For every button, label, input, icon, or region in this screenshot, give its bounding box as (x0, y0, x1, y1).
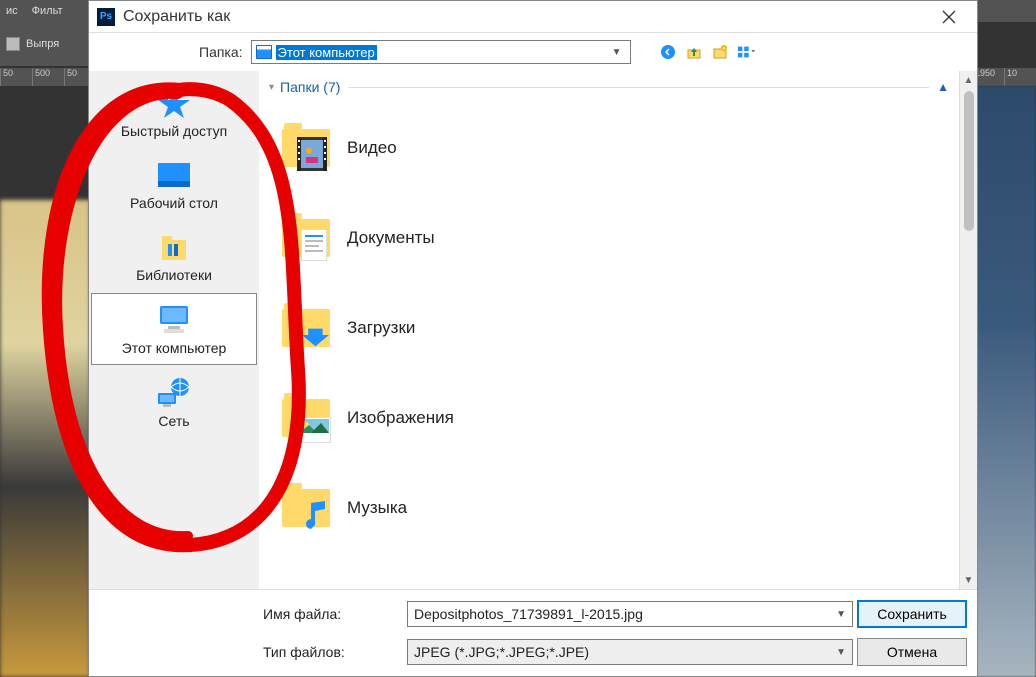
place-label: Библиотеки (136, 267, 212, 283)
place-quick-access[interactable]: Быстрый доступ (91, 77, 257, 147)
place-this-pc[interactable]: Этот компьютер (91, 293, 257, 365)
folder-combo-value: Этот компьютер (276, 45, 377, 60)
folder-name: Изображения (347, 408, 454, 428)
new-folder-button[interactable]: ✦ (711, 43, 729, 61)
folder-combo[interactable]: Этот компьютер ▼ (251, 40, 631, 64)
chevron-down-icon: ▼ (608, 47, 626, 58)
folder-item-downloads[interactable]: Загрузки (279, 283, 959, 373)
up-folder-icon (686, 44, 702, 60)
close-icon (942, 10, 956, 24)
file-list-area: ▾ Папки (7) ▲ (259, 71, 977, 589)
cancel-button[interactable]: Отмена (857, 638, 967, 666)
place-libraries[interactable]: Библиотеки (91, 221, 257, 291)
filename-input[interactable]: Depositphotos_71739891_l-2015.jpg ▼ (407, 601, 853, 627)
place-network[interactable]: Сеть (91, 367, 257, 437)
filetype-label: Тип файлов: (263, 644, 403, 660)
save-button[interactable]: Сохранить (857, 600, 967, 628)
ps-options-bar: Выпря (0, 22, 90, 66)
place-label: Сеть (158, 413, 189, 429)
save-as-dialog: Ps Сохранить как Папка: Этот компьютер ▼ (88, 0, 978, 677)
place-desktop[interactable]: Рабочий стол (91, 149, 257, 219)
filename-value: Depositphotos_71739891_l-2015.jpg (414, 606, 643, 622)
back-icon (660, 44, 676, 60)
place-label: Быстрый доступ (121, 123, 227, 139)
titlebar: Ps Сохранить как (89, 1, 977, 33)
folder-item-video[interactable]: Видео (279, 103, 959, 193)
list-scrollbar[interactable]: ▲ ▼ (959, 71, 977, 589)
scroll-up-icon: ▲ (964, 71, 974, 89)
star-icon (154, 87, 194, 119)
chevron-down-icon: ▼ (836, 609, 846, 620)
svg-text:✦: ✦ (721, 46, 725, 52)
video-icon (297, 137, 327, 171)
filename-label: Имя файла: (263, 606, 403, 622)
chevron-down-icon: ▾ (269, 82, 274, 93)
folder-item-music[interactable]: Музыка (279, 463, 959, 553)
ps-canvas-left (0, 200, 90, 677)
download-icon (301, 327, 331, 353)
views-button[interactable] (737, 43, 755, 61)
folder-toolbar: Папка: Этот компьютер ▼ ✦ (89, 33, 977, 71)
folder-name: Музыка (347, 498, 407, 518)
desktop-icon (154, 159, 194, 191)
chevron-down-icon: ▼ (836, 647, 846, 658)
section-header[interactable]: ▾ Папки (7) ▲ (259, 71, 959, 99)
dialog-title: Сохранить как (123, 8, 929, 26)
folder-label: Папка: (199, 44, 243, 60)
folder-item-documents[interactable]: Документы (279, 193, 959, 283)
app-icon: Ps (97, 8, 115, 26)
folder-name: Документы (347, 228, 435, 248)
collapse-icon[interactable]: ▲ (937, 80, 949, 94)
image-icon (297, 417, 331, 443)
folder-items: Видео Док (259, 99, 959, 589)
new-folder-icon: ✦ (712, 44, 728, 60)
scroll-down-icon: ▼ (964, 571, 974, 589)
scroll-thumb[interactable] (964, 91, 974, 231)
pc-icon (256, 45, 272, 59)
close-button[interactable] (929, 2, 969, 32)
network-icon (154, 377, 194, 409)
place-label: Рабочий стол (130, 195, 218, 211)
place-label: Этот компьютер (122, 340, 227, 356)
views-icon (737, 44, 755, 60)
music-icon (301, 501, 329, 535)
up-button[interactable] (685, 43, 703, 61)
places-bar: Быстрый доступ Рабочий стол (89, 71, 259, 589)
section-title: Папки (7) (280, 79, 340, 95)
bottom-form: Имя файла: Depositphotos_71739891_l-2015… (89, 589, 977, 676)
folder-name: Загрузки (347, 318, 415, 338)
filetype-select[interactable]: JPEG (*.JPG;*.JPEG;*.JPE) ▼ (407, 639, 853, 665)
filetype-value: JPEG (*.JPG;*.JPEG;*.JPE) (414, 644, 589, 660)
ps-canvas-right (976, 86, 1036, 677)
back-button[interactable] (659, 43, 677, 61)
folder-item-images[interactable]: Изображения (279, 373, 959, 463)
this-pc-icon (154, 304, 194, 336)
folder-name: Видео (347, 138, 397, 158)
libraries-icon (154, 231, 194, 263)
document-icon (301, 229, 327, 261)
